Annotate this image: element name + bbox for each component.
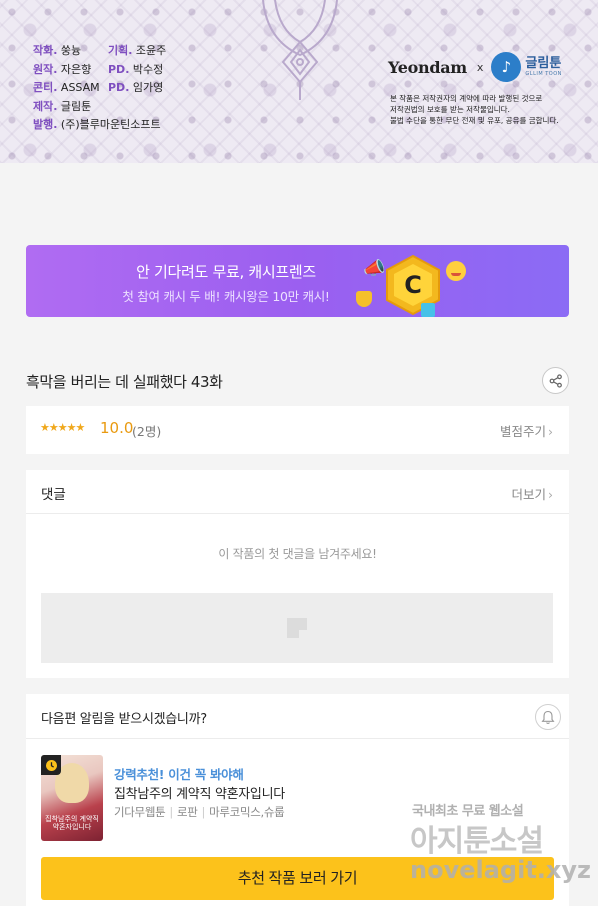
share-button[interactable] [542,367,569,394]
comments-header: 댓글 더보기 › [26,470,569,514]
chevron-right-icon: › [548,424,553,439]
credit-row: PD. 박수정 [108,62,164,76]
credit-list-right: 기획. 조윤주 PD. 박수정 PD. 임가영 [108,42,166,98]
next-episode-card: 다음편 알림을 받으시겠습니까? 집착남주의 계약직 약혼자입니다 강력추천! … [26,694,569,906]
cash-friends-banner[interactable]: 안 기다려도 무료, 캐시프렌즈 첫 참여 캐시 두 배! 캐시왕은 10만 캐… [26,245,569,317]
episode-title: 흑막을 버리는 데 실패했다 43화 [26,373,223,391]
view-recommend-button[interactable]: 추천 작품 보러 가기 [41,857,554,900]
yeondam-logo: Yeondam [388,57,467,77]
comments-more-button[interactable]: 더보기 › [511,484,553,503]
recommend-title[interactable]: 집착남주의 계약직 약혼자입니다 [114,783,285,802]
rating-stars-icon: ★★★★★ [40,421,85,434]
rating-card: ★★★★★ 10.0 (2명) 별점주기 › [26,406,569,454]
smiley-icon [446,261,466,281]
thumbnail-title: 집착남주의 계약직 약혼자입니다 [45,815,99,831]
gift-icon [421,303,435,317]
alert-toggle-button[interactable] [535,704,561,730]
wait-free-badge [41,755,61,775]
credit-row: PD. 임가영 [108,81,164,94]
recommend-tag: 강력추천! 이건 꼭 봐야해 [114,767,244,782]
recommend-thumbnail[interactable]: 집착남주의 계약직 약혼자입니다 [41,755,103,841]
gllimtoon-logo-icon: ♪ [491,52,522,82]
credits-banner: 작화. 쑹늉 원작. 자은향 콘티. ASSAM 제작. 글림툰 발행. (주)… [0,0,598,163]
next-alert-question: 다음편 알림을 받으시겠습니까? [41,712,207,727]
share-icon [549,373,562,388]
copyright-notice: 본 작품은 저작권자의 계약에 따라 발행된 것으로 저작권법의 보호를 받는 … [390,94,559,125]
chevron-right-icon: › [548,487,553,502]
comments-label: 댓글 [41,487,66,503]
svg-text:C: C [404,271,422,299]
publisher-logos: Yeondam x ♪ 글림툰 GLLIM TOON [388,52,562,82]
recommend-meta: 기다무웹툰 | 로판 | 마루코믹스,슈룹 [114,805,285,819]
ad-placeholder[interactable] [41,593,553,663]
trophy-icon [356,291,372,307]
credit-row: 제작. 글림툰 [33,99,92,113]
comments-empty-message: 이 작품의 첫 댓글을 남겨주세요! [218,547,377,561]
rating-score: 10.0 [100,419,134,437]
bell-icon [541,710,555,724]
credit-row: 발행. (주)블루마운틴소프트 [33,118,161,131]
clock-icon [45,759,57,771]
rating-count: (2명) [132,424,162,439]
credit-row: 기획. 조윤주 [108,44,167,57]
gllimtoon-logo: 글림툰 GLLIM TOON [525,56,562,78]
rate-button[interactable]: 별점주기 › [500,421,553,440]
ad-placeholder-icon [287,618,307,638]
brand-separator: x [476,60,484,74]
ornament-icon [262,0,338,100]
comments-card: 댓글 더보기 › 이 작품의 첫 댓글을 남겨주세요! [26,470,569,678]
next-alert-header: 다음편 알림을 받으시겠습니까? [26,694,569,739]
